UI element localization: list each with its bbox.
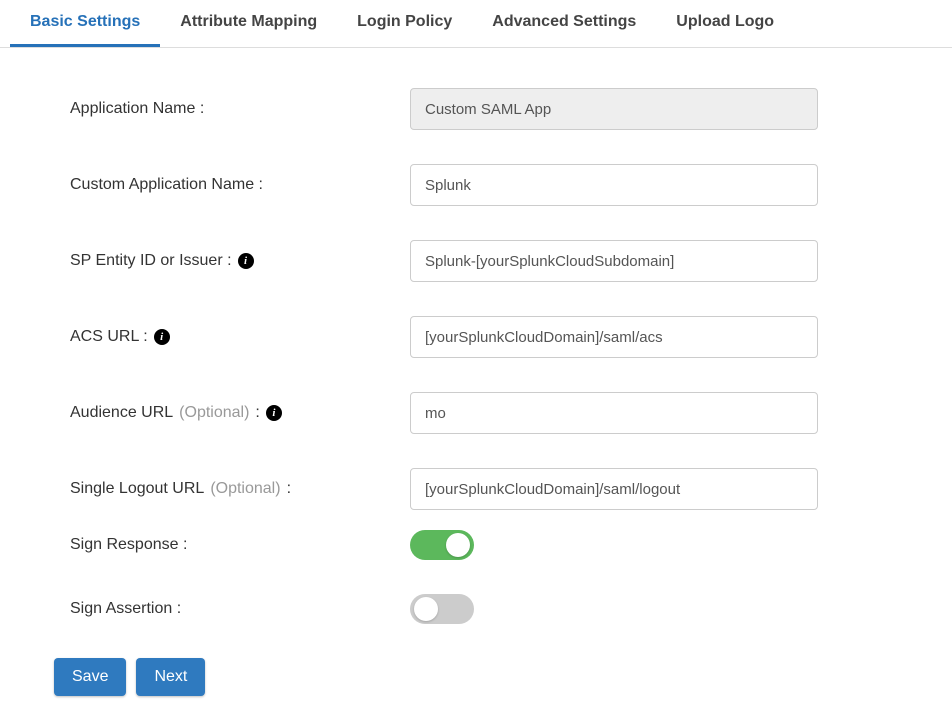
toggle-sign-response[interactable] (410, 530, 474, 560)
row-single-logout-url: Single Logout URL (Optional) : (70, 468, 942, 510)
label-slo-post: : (287, 480, 291, 498)
label-slo-pre: Single Logout URL (70, 480, 204, 498)
row-sign-assertion: Sign Assertion : (70, 594, 942, 624)
toggle-knob (446, 533, 470, 557)
form-area: Application Name : Custom Application Na… (0, 48, 952, 716)
input-application-name (410, 88, 818, 130)
label-sp-entity-id-text: SP Entity ID or Issuer : (70, 252, 232, 270)
label-single-logout-url: Single Logout URL (Optional) : (70, 480, 410, 498)
tab-login-policy[interactable]: Login Policy (337, 0, 472, 47)
tab-attribute-mapping[interactable]: Attribute Mapping (160, 0, 337, 47)
row-custom-application-name: Custom Application Name : (70, 164, 942, 206)
tab-advanced-settings[interactable]: Advanced Settings (472, 0, 656, 47)
label-audience-url-post: : (255, 404, 259, 422)
input-single-logout-url[interactable] (410, 468, 818, 510)
label-audience-url-pre: Audience URL (70, 404, 173, 422)
tab-upload-logo[interactable]: Upload Logo (656, 0, 794, 47)
label-sp-entity-id: SP Entity ID or Issuer : i (70, 252, 410, 270)
row-application-name: Application Name : (70, 88, 942, 130)
label-custom-application-name: Custom Application Name : (70, 176, 410, 194)
next-button[interactable]: Next (136, 658, 205, 696)
label-application-name: Application Name : (70, 100, 410, 118)
input-custom-application-name[interactable] (410, 164, 818, 206)
label-acs-url-text: ACS URL : (70, 328, 148, 346)
tab-basic-settings[interactable]: Basic Settings (10, 0, 160, 47)
row-audience-url: Audience URL (Optional) : i (70, 392, 942, 434)
input-audience-url[interactable] (410, 392, 818, 434)
row-sp-entity-id: SP Entity ID or Issuer : i (70, 240, 942, 282)
label-acs-url: ACS URL : i (70, 328, 410, 346)
info-icon[interactable]: i (266, 405, 282, 421)
label-slo-optional: (Optional) (210, 480, 280, 498)
tabs-bar: Basic Settings Attribute Mapping Login P… (0, 0, 952, 48)
row-sign-response: Sign Response : (70, 530, 942, 560)
toggle-sign-assertion[interactable] (410, 594, 474, 624)
info-icon[interactable]: i (154, 329, 170, 345)
save-button[interactable]: Save (54, 658, 126, 696)
input-sp-entity-id[interactable] (410, 240, 818, 282)
info-icon[interactable]: i (238, 253, 254, 269)
label-audience-url-optional: (Optional) (179, 404, 249, 422)
button-row: Save Next (54, 658, 942, 696)
toggle-knob (414, 597, 438, 621)
input-acs-url[interactable] (410, 316, 818, 358)
label-sign-assertion: Sign Assertion : (70, 600, 410, 618)
row-acs-url: ACS URL : i (70, 316, 942, 358)
label-audience-url: Audience URL (Optional) : i (70, 404, 410, 422)
label-sign-response: Sign Response : (70, 536, 410, 554)
